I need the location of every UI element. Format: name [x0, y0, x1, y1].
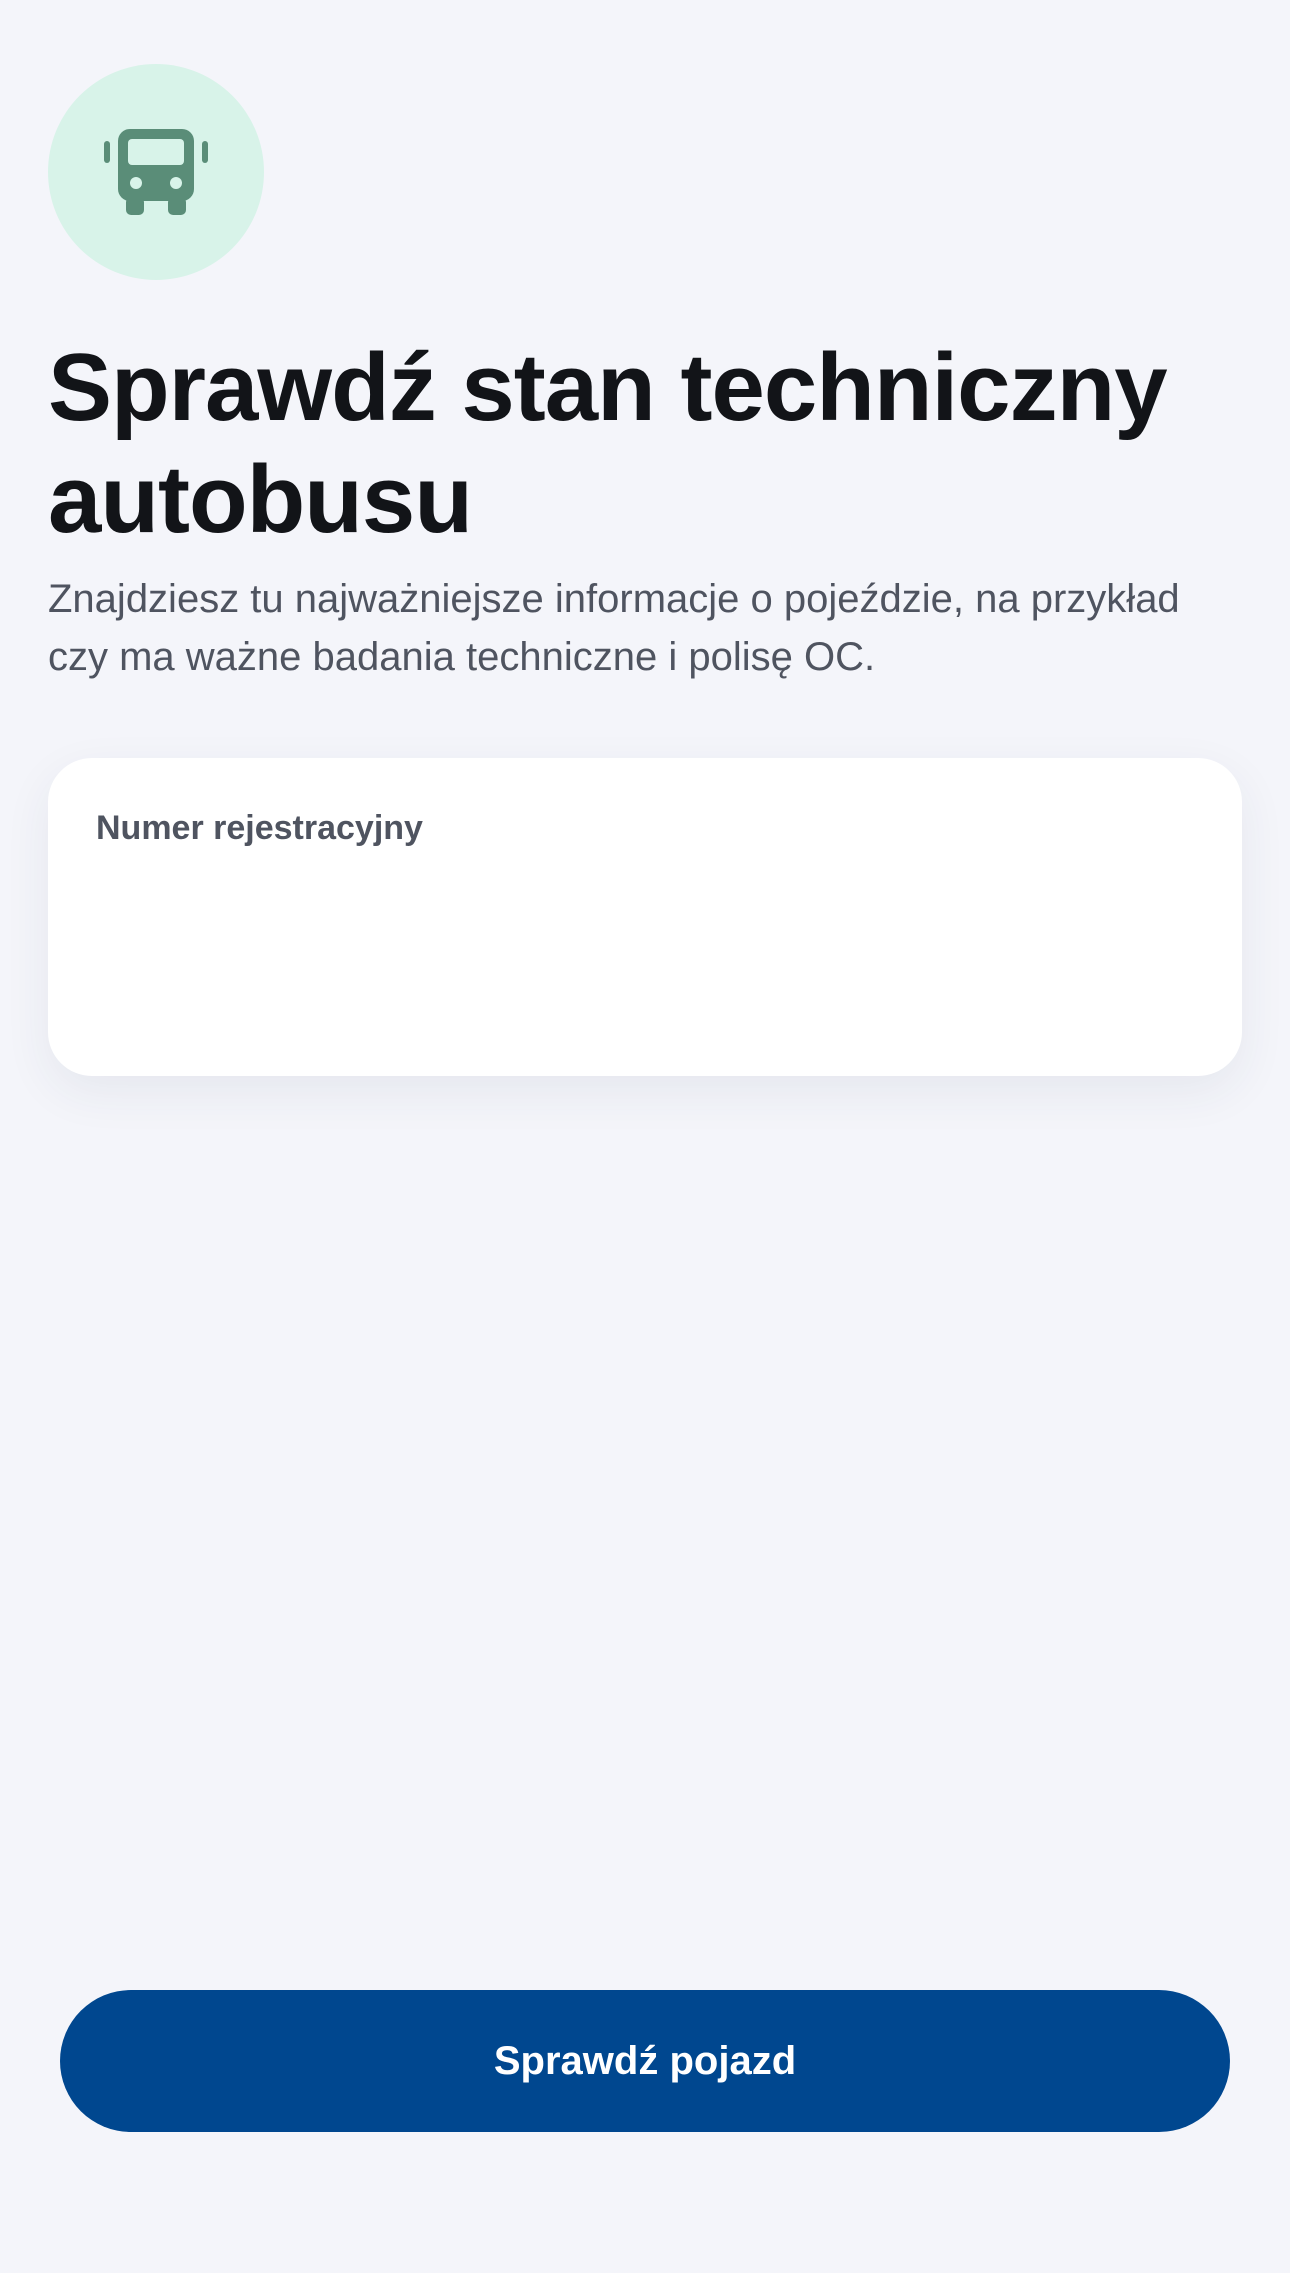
registration-number-card[interactable]: Numer rejestracyjny: [48, 758, 1242, 1076]
page-title: Sprawdź stan techniczny autobusu: [48, 334, 1168, 553]
bus-icon: [104, 129, 208, 215]
check-vehicle-button[interactable]: Sprawdź pojazd: [60, 1990, 1230, 2132]
bus-icon-badge: [48, 64, 264, 280]
page-description: Znajdziesz tu najważniejsze informacje o…: [48, 577, 1180, 679]
registration-number-label: Numer rejestracyjny: [96, 809, 423, 847]
registration-number-input[interactable]: [96, 878, 1194, 998]
